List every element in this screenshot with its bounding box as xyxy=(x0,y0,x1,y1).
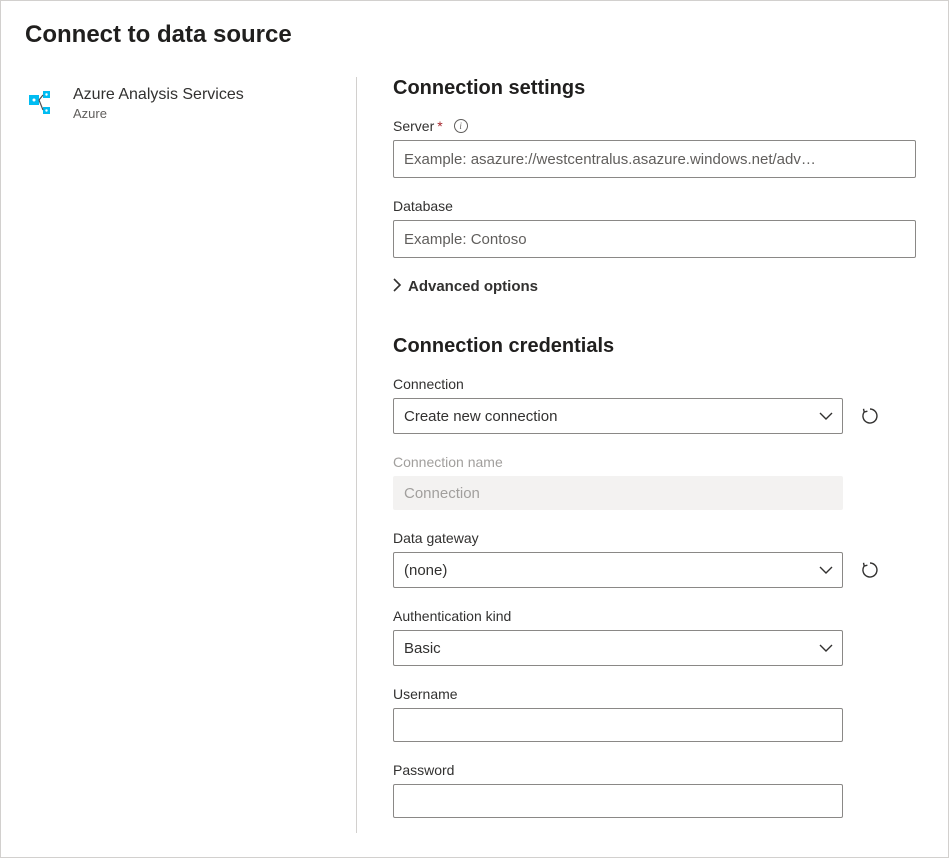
refresh-connection-icon[interactable] xyxy=(861,407,879,425)
content-area: Azure Analysis Services Azure Connection… xyxy=(25,77,924,833)
refresh-gateway-icon[interactable] xyxy=(861,561,879,579)
connector-item[interactable]: Azure Analysis Services Azure xyxy=(25,85,356,123)
connector-text: Azure Analysis Services Azure xyxy=(73,85,244,123)
server-field: Server * i xyxy=(393,118,916,178)
auth-label: Authentication kind xyxy=(393,608,916,624)
gateway-select[interactable]: (none) xyxy=(393,552,843,588)
username-input[interactable] xyxy=(393,708,843,742)
database-field: Database xyxy=(393,198,916,258)
connection-label: Connection xyxy=(393,376,916,392)
username-label: Username xyxy=(393,686,916,702)
gateway-field: Data gateway (none) xyxy=(393,530,916,588)
connection-name-input xyxy=(393,476,843,510)
password-input[interactable] xyxy=(393,784,843,818)
dialog-title: Connect to data source xyxy=(25,21,924,49)
connection-name-field: Connection name xyxy=(393,454,916,510)
connect-data-source-dialog: Connect to data source xyxy=(0,0,949,858)
connection-name-label: Connection name xyxy=(393,454,916,470)
chevron-right-icon xyxy=(393,278,402,295)
gateway-label: Data gateway xyxy=(393,530,916,546)
database-label: Database xyxy=(393,198,916,214)
info-icon[interactable]: i xyxy=(454,119,468,133)
server-label: Server * i xyxy=(393,118,916,134)
connector-subtitle: Azure xyxy=(73,106,244,123)
password-label: Password xyxy=(393,762,916,778)
azure-analysis-services-icon xyxy=(25,87,57,119)
left-column: Azure Analysis Services Azure xyxy=(25,77,357,833)
connector-title: Azure Analysis Services xyxy=(73,85,244,106)
username-field: Username xyxy=(393,686,916,742)
auth-field: Authentication kind Basic xyxy=(393,608,916,666)
password-field: Password xyxy=(393,762,916,818)
connection-select[interactable]: Create new connection xyxy=(393,398,843,434)
database-input[interactable] xyxy=(393,220,916,258)
server-input[interactable] xyxy=(393,140,916,178)
credentials-section-title: Connection credentials xyxy=(393,335,916,358)
required-indicator: * xyxy=(437,118,442,134)
settings-section-title: Connection settings xyxy=(393,77,916,100)
auth-select[interactable]: Basic xyxy=(393,630,843,666)
advanced-options-toggle[interactable]: Advanced options xyxy=(393,278,916,295)
right-column: Connection settings Server * i Database … xyxy=(357,77,924,833)
advanced-options-label: Advanced options xyxy=(408,278,538,295)
connection-field: Connection Create new connection xyxy=(393,376,916,434)
